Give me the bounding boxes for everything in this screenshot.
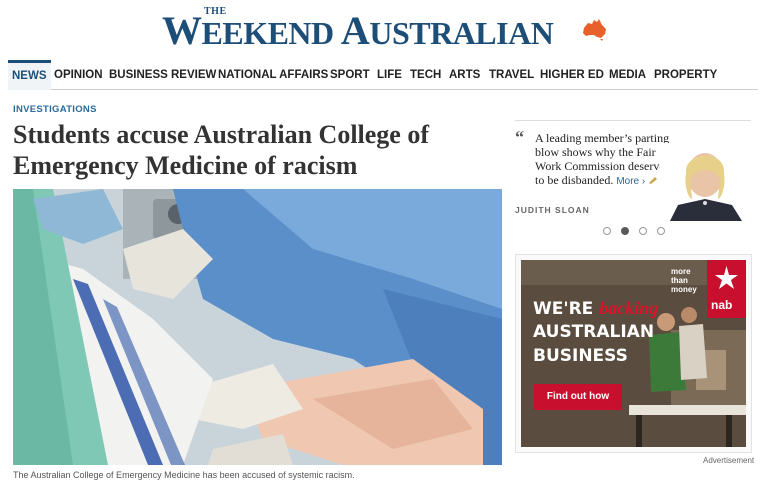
nav-item-property[interactable]: PROPERTY bbox=[654, 60, 717, 90]
commentary-author[interactable]: JUDITH SLOAN bbox=[515, 205, 590, 215]
carousel-dot-1[interactable] bbox=[603, 227, 611, 235]
carousel-indicators bbox=[603, 227, 673, 237]
ad-headline-accent: backing bbox=[599, 298, 659, 318]
masthead: WEEKEND AUSTRALIAN THE bbox=[0, 0, 765, 56]
advertisement[interactable]: more than money nab WE'RE backing AUSTRA… bbox=[521, 260, 746, 447]
advertisement-label: Advertisement bbox=[703, 456, 755, 465]
nav-item-arts[interactable]: ARTS bbox=[449, 60, 480, 90]
ad-headline-line-1: WE'RE backing bbox=[533, 298, 658, 319]
carousel-dot-2[interactable] bbox=[621, 227, 629, 235]
nav-item-sport[interactable]: SPORT bbox=[330, 60, 370, 90]
ad-headline-prefix: WE'RE bbox=[533, 299, 600, 319]
nab-star-icon bbox=[715, 266, 738, 289]
nav-item-life[interactable]: LIFE bbox=[377, 60, 402, 90]
main-navigation: NEWS OPINION BUSINESS REVIEW NATIONAL AF… bbox=[8, 60, 758, 90]
site-logo[interactable]: WEEKEND AUSTRALIAN THE bbox=[162, 4, 612, 52]
more-link[interactable]: More › bbox=[616, 176, 645, 187]
nav-item-media[interactable]: MEDIA bbox=[609, 60, 646, 90]
carousel-dot-4[interactable] bbox=[657, 227, 665, 235]
nav-item-higher-ed[interactable]: HIGHER ED bbox=[540, 60, 604, 90]
ad-cta-button[interactable]: Find out how bbox=[534, 384, 622, 410]
commentary-teaser[interactable]: “ A leading member’s parting blow shows … bbox=[515, 120, 752, 242]
ad-headline-line-2: AUSTRALIAN bbox=[533, 322, 655, 342]
photo-caption: The Australian College of Emergency Medi… bbox=[13, 470, 355, 480]
commentary-quote[interactable]: A leading member’s parting blow shows wh… bbox=[535, 131, 675, 189]
nav-item-news[interactable]: NEWS bbox=[8, 60, 51, 90]
author-portrait-image bbox=[660, 143, 752, 221]
nav-item-business-review[interactable]: BUSINESS REVIEW bbox=[109, 60, 216, 90]
carousel-dot-3[interactable] bbox=[639, 227, 647, 235]
quote-icon: “ bbox=[515, 127, 524, 147]
ad-tagline: more than money bbox=[671, 267, 697, 294]
article-headline[interactable]: Students accuse Australian College of Em… bbox=[13, 119, 503, 181]
article-photo-image bbox=[13, 189, 502, 465]
nav-item-travel[interactable]: TRAVEL bbox=[489, 60, 534, 90]
pencil-icon bbox=[649, 177, 658, 184]
ad-headline-line-3: BUSINESS bbox=[533, 346, 628, 366]
article-photo[interactable] bbox=[13, 189, 502, 465]
australia-map-icon bbox=[583, 19, 606, 41]
article-kicker[interactable]: INVESTIGATIONS bbox=[13, 104, 97, 115]
site-logo-the: THE bbox=[204, 6, 227, 17]
author-portrait[interactable] bbox=[660, 143, 752, 221]
nav-item-national-affairs[interactable]: NATIONAL AFFAIRS bbox=[218, 60, 328, 90]
ad-brand: nab bbox=[711, 298, 733, 312]
nav-item-opinion[interactable]: OPINION bbox=[54, 60, 103, 90]
nav-item-tech[interactable]: TECH bbox=[410, 60, 441, 90]
